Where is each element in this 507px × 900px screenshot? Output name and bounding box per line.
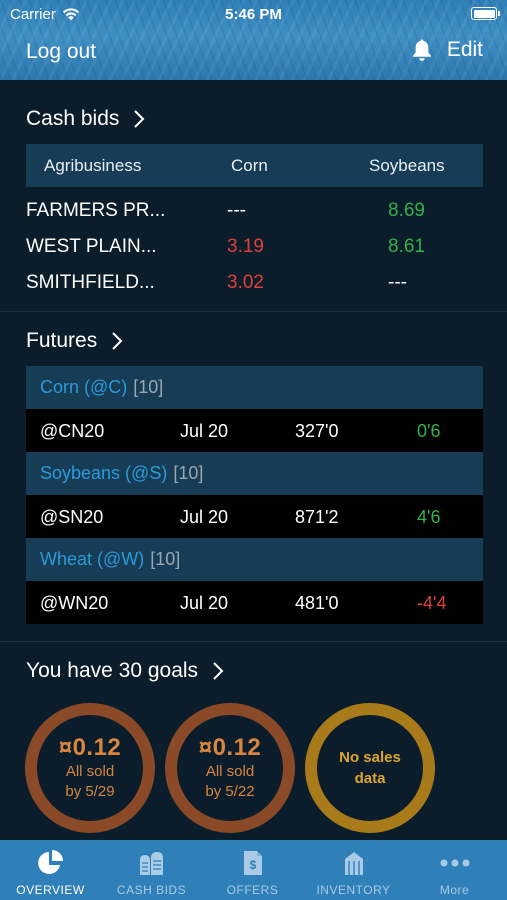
status-time: 5:46 PM (225, 6, 282, 23)
chevron-right-icon (134, 110, 145, 128)
grain-bin-icon (344, 852, 363, 875)
column-header-agribusiness: Agribusiness (44, 155, 142, 175)
futures-symbol: @WN20 (40, 593, 109, 613)
pie-chart-icon (37, 850, 63, 874)
goal-no-data-line2: data (354, 770, 386, 787)
futures-section-link[interactable]: Futures (26, 329, 125, 353)
agribusiness-name: WEST PLAIN... (26, 236, 157, 257)
agribusiness-name: FARMERS PR... (26, 200, 166, 221)
futures-month: Jul 20 (180, 593, 229, 613)
futures-group-count: [10] (133, 377, 164, 397)
column-header-corn: Corn (231, 155, 268, 175)
tab-overview[interactable]: OVERVIEW (0, 840, 101, 900)
soybeans-bid: 8.61 (388, 236, 425, 257)
futures-group-header-soybeans[interactable]: Soybeans (@S) [10] (26, 452, 483, 495)
goal-date: by 5/29 (65, 783, 115, 800)
soybeans-bid: 8.69 (388, 200, 425, 221)
bell-icon[interactable] (411, 38, 433, 62)
tab-label: OVERVIEW (16, 883, 85, 897)
logout-button[interactable]: Log out (26, 40, 96, 64)
agribusiness-name: SMITHFIELD... (26, 272, 155, 293)
grain-silo-icon (139, 852, 163, 875)
tab-label: More (439, 883, 470, 897)
status-bar: Carrier 5:46 PM (0, 0, 507, 28)
goal-status: All sold (205, 763, 255, 780)
section-divider (0, 641, 507, 642)
futures-group-name: Wheat (@W) (40, 549, 145, 569)
goal-value: ¤0.12 (58, 734, 122, 761)
futures-month: Jul 20 (180, 507, 229, 527)
edit-button[interactable]: Edit (447, 38, 483, 62)
nav-right-actions: Edit (411, 38, 483, 62)
futures-change: -4'4 (417, 593, 447, 613)
futures-change: 4'6 (417, 507, 441, 527)
app-header: Carrier 5:46 PM Log out Edit (0, 0, 507, 80)
soybeans-bid: --- (388, 272, 407, 293)
futures-symbol: @CN20 (40, 421, 105, 441)
futures-row[interactable]: @WN20 Jul 20 481'0 -4'4 (26, 581, 483, 624)
tab-inventory[interactable]: INVENTORY (303, 840, 404, 900)
goal-card[interactable]: ¤0.12 All sold by 5/22 (165, 703, 295, 833)
tab-label: CASH BIDS (116, 883, 187, 897)
more-dots-icon (440, 859, 469, 867)
corn-bid: 3.19 (227, 236, 264, 257)
futures-group-name: Corn (@C) (40, 377, 128, 397)
section-divider (0, 311, 507, 312)
chevron-right-icon (112, 332, 123, 350)
cash-bids-table-header: Agribusiness Corn Soybeans (26, 144, 483, 187)
goal-value: ¤0.12 (198, 734, 262, 761)
bottom-tab-bar: OVERVIEW CASH BIDS $ OFFERS INVENTORY Mo… (0, 840, 507, 900)
goals-section-link[interactable]: You have 30 goals (26, 659, 226, 683)
futures-group-name: Soybeans (@S) (40, 463, 168, 483)
futures-price: 327'0 (295, 421, 339, 441)
svg-text:$: $ (249, 858, 256, 872)
futures-month: Jul 20 (180, 421, 229, 441)
futures-group-count: [10] (150, 549, 181, 569)
futures-symbol: @SN20 (40, 507, 104, 527)
cash-bids-section-link[interactable]: Cash bids (26, 107, 147, 131)
futures-price: 481'0 (295, 593, 339, 613)
tab-label: INVENTORY (316, 883, 391, 897)
tab-label: OFFERS (226, 883, 279, 897)
goal-content: No sales data (317, 715, 423, 821)
corn-bid: --- (227, 200, 246, 221)
cash-bid-row[interactable]: SMITHFIELD... 3.02 --- (26, 272, 483, 308)
goal-card[interactable]: No sales data (305, 703, 435, 833)
tab-cash-bids[interactable]: CASH BIDS (101, 840, 202, 900)
document-dollar-icon: $ (243, 851, 262, 875)
futures-row[interactable]: @CN20 Jul 20 327'0 0'6 (26, 409, 483, 452)
cash-bid-row[interactable]: WEST PLAIN... 3.19 8.61 (26, 236, 483, 272)
overview-content: Cash bids Agribusiness Corn Soybeans FAR… (0, 80, 507, 840)
futures-change: 0'6 (417, 421, 441, 441)
futures-group-header-wheat[interactable]: Wheat (@W) [10] (26, 538, 483, 581)
cash-bid-row[interactable]: FARMERS PR... --- 8.69 (26, 200, 483, 236)
goal-no-data-line1: No sales (339, 749, 401, 766)
tab-more[interactable]: More (404, 840, 505, 900)
goal-date: by 5/22 (205, 783, 255, 800)
battery-icon (471, 7, 500, 20)
futures-price: 871'2 (295, 507, 339, 527)
futures-row[interactable]: @SN20 Jul 20 871'2 4'6 (26, 495, 483, 538)
column-header-soybeans: Soybeans (369, 155, 445, 175)
goal-status: All sold (65, 763, 115, 780)
tab-offers[interactable]: $ OFFERS (202, 840, 303, 900)
goals-title: You have 30 goals (26, 659, 199, 682)
futures-title: Futures (26, 329, 98, 352)
goal-content: ¤0.12 All sold by 5/29 (37, 715, 143, 821)
futures-group-header-corn[interactable]: Corn (@C) [10] (26, 366, 483, 409)
cash-bids-title: Cash bids (26, 107, 120, 130)
goal-content: ¤0.12 All sold by 5/22 (177, 715, 283, 821)
corn-bid: 3.02 (227, 272, 264, 293)
futures-group-count: [10] (173, 463, 204, 483)
goal-card[interactable]: ¤0.12 All sold by 5/29 (25, 703, 155, 833)
chevron-right-icon (213, 662, 224, 680)
